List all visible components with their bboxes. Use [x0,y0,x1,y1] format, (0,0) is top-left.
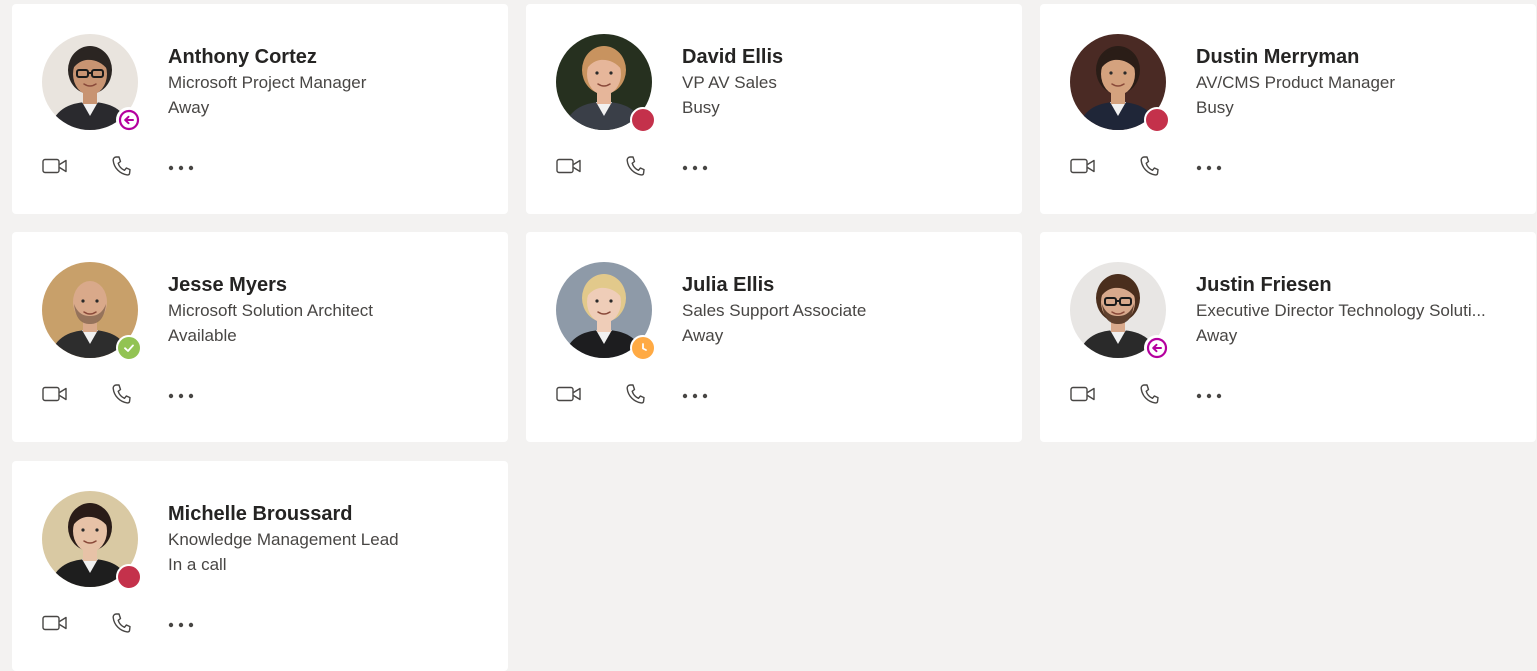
audio-call-button[interactable] [107,383,135,410]
available-status-icon [116,335,142,361]
contact-title: Microsoft Project Manager [168,73,367,92]
contact-info: Dustin Merryman AV/CMS Product Manager Bus… [1196,44,1526,120]
audio-call-button[interactable] [621,383,649,410]
out-of-office-status-icon [1144,335,1170,361]
contact-name: Michelle Broussard [168,503,353,525]
contact-info: Anthony Cortez Microsoft Project Manager A… [168,44,498,120]
more-options-icon [168,159,194,177]
more-options-icon [1196,159,1222,177]
video-camera-icon [42,157,68,180]
phone-icon [625,155,645,182]
busy-status-icon [1144,107,1170,133]
contact-name: Anthony Cortez [168,46,317,68]
avatar-container[interactable] [1070,34,1170,133]
avatar-container[interactable] [1070,262,1170,361]
contact-name: Julia Ellis [682,274,775,296]
video-camera-icon [1070,385,1096,408]
contact-title: Microsoft Solution Architect [168,301,374,320]
phone-icon [1139,383,1159,410]
contact-card[interactable]: Julia Ellis Sales Support Associate Away [526,232,1022,442]
contact-info: Michelle Broussard Knowledge Management L… [168,501,498,577]
contact-title: VP AV Sales [682,73,777,92]
more-options-icon [682,387,708,405]
contact-presence: Busy [1196,98,1234,117]
more-options-icon [682,159,708,177]
phone-icon [111,612,131,639]
contact-info: Julia Ellis Sales Support Associate Away [682,272,1012,348]
out-of-office-status-icon [116,107,142,133]
contact-card[interactable]: Jesse Myers Microsoft Solution Architect A… [12,232,508,442]
contact-info: David Ellis VP AV Sales Busy [682,44,1012,120]
phone-icon [111,383,131,410]
contact-name: David Ellis [682,46,784,68]
contact-card[interactable]: Justin Friesen Executive Director Technol… [1040,232,1536,442]
phone-icon [1139,155,1159,182]
avatar-container[interactable] [42,34,142,133]
video-call-button[interactable] [41,156,69,180]
more-options-button[interactable] [1195,384,1223,408]
phone-icon [625,383,645,410]
audio-call-button[interactable] [621,155,649,182]
avatar-container[interactable] [556,262,656,361]
phone-icon [111,155,131,182]
contact-presence: Available [168,326,237,345]
contact-title: Sales Support Associate [682,301,867,320]
more-options-icon [168,387,194,405]
more-options-icon [1196,387,1222,405]
contact-presence: In a call [168,555,227,574]
video-camera-icon [556,157,582,180]
more-options-button[interactable] [1195,156,1223,180]
video-camera-icon [42,385,68,408]
contact-title: Executive Director Technology Soluti... [1196,301,1486,320]
contact-title: AV/CMS Product Manager [1196,73,1396,92]
avatar-container[interactable] [556,34,656,133]
more-options-button[interactable] [167,156,195,180]
audio-call-button[interactable] [107,155,135,182]
contact-name: Dustin Merryman [1196,46,1360,68]
contact-name: Jesse Myers [168,274,287,296]
more-options-icon [168,616,194,634]
audio-call-button[interactable] [1135,383,1163,410]
video-camera-icon [556,385,582,408]
more-options-button[interactable] [681,384,709,408]
contact-info: Jesse Myers Microsoft Solution Architect A… [168,272,498,348]
video-call-button[interactable] [41,384,69,408]
contact-presence: Busy [682,98,720,117]
busy-status-icon [630,107,656,133]
video-call-button[interactable] [555,384,583,408]
contact-card[interactable]: Dustin Merryman AV/CMS Product Manager Bus… [1040,4,1536,214]
away-status-icon [630,335,656,361]
contact-presence: Away [1196,326,1238,345]
avatar-container[interactable] [42,491,142,590]
video-camera-icon [42,614,68,637]
avatar-container[interactable] [42,262,142,361]
more-options-button[interactable] [167,613,195,637]
busy-status-icon [116,564,142,590]
more-options-button[interactable] [167,384,195,408]
video-call-button[interactable] [555,156,583,180]
contact-presence: Away [168,98,210,117]
video-call-button[interactable] [1069,384,1097,408]
contact-presence: Away [682,326,724,345]
audio-call-button[interactable] [107,612,135,639]
audio-call-button[interactable] [1135,155,1163,182]
contact-card[interactable]: Michelle Broussard Knowledge Management L… [12,461,508,671]
video-call-button[interactable] [41,613,69,637]
video-camera-icon [1070,157,1096,180]
contact-title: Knowledge Management Lead [168,530,399,549]
video-call-button[interactable] [1069,156,1097,180]
contact-card[interactable]: David Ellis VP AV Sales Busy [526,4,1022,214]
contact-name: Justin Friesen [1196,274,1332,296]
contact-card[interactable]: Anthony Cortez Microsoft Project Manager A… [12,4,508,214]
contact-info: Justin Friesen Executive Director Technol… [1196,272,1526,348]
more-options-button[interactable] [681,156,709,180]
